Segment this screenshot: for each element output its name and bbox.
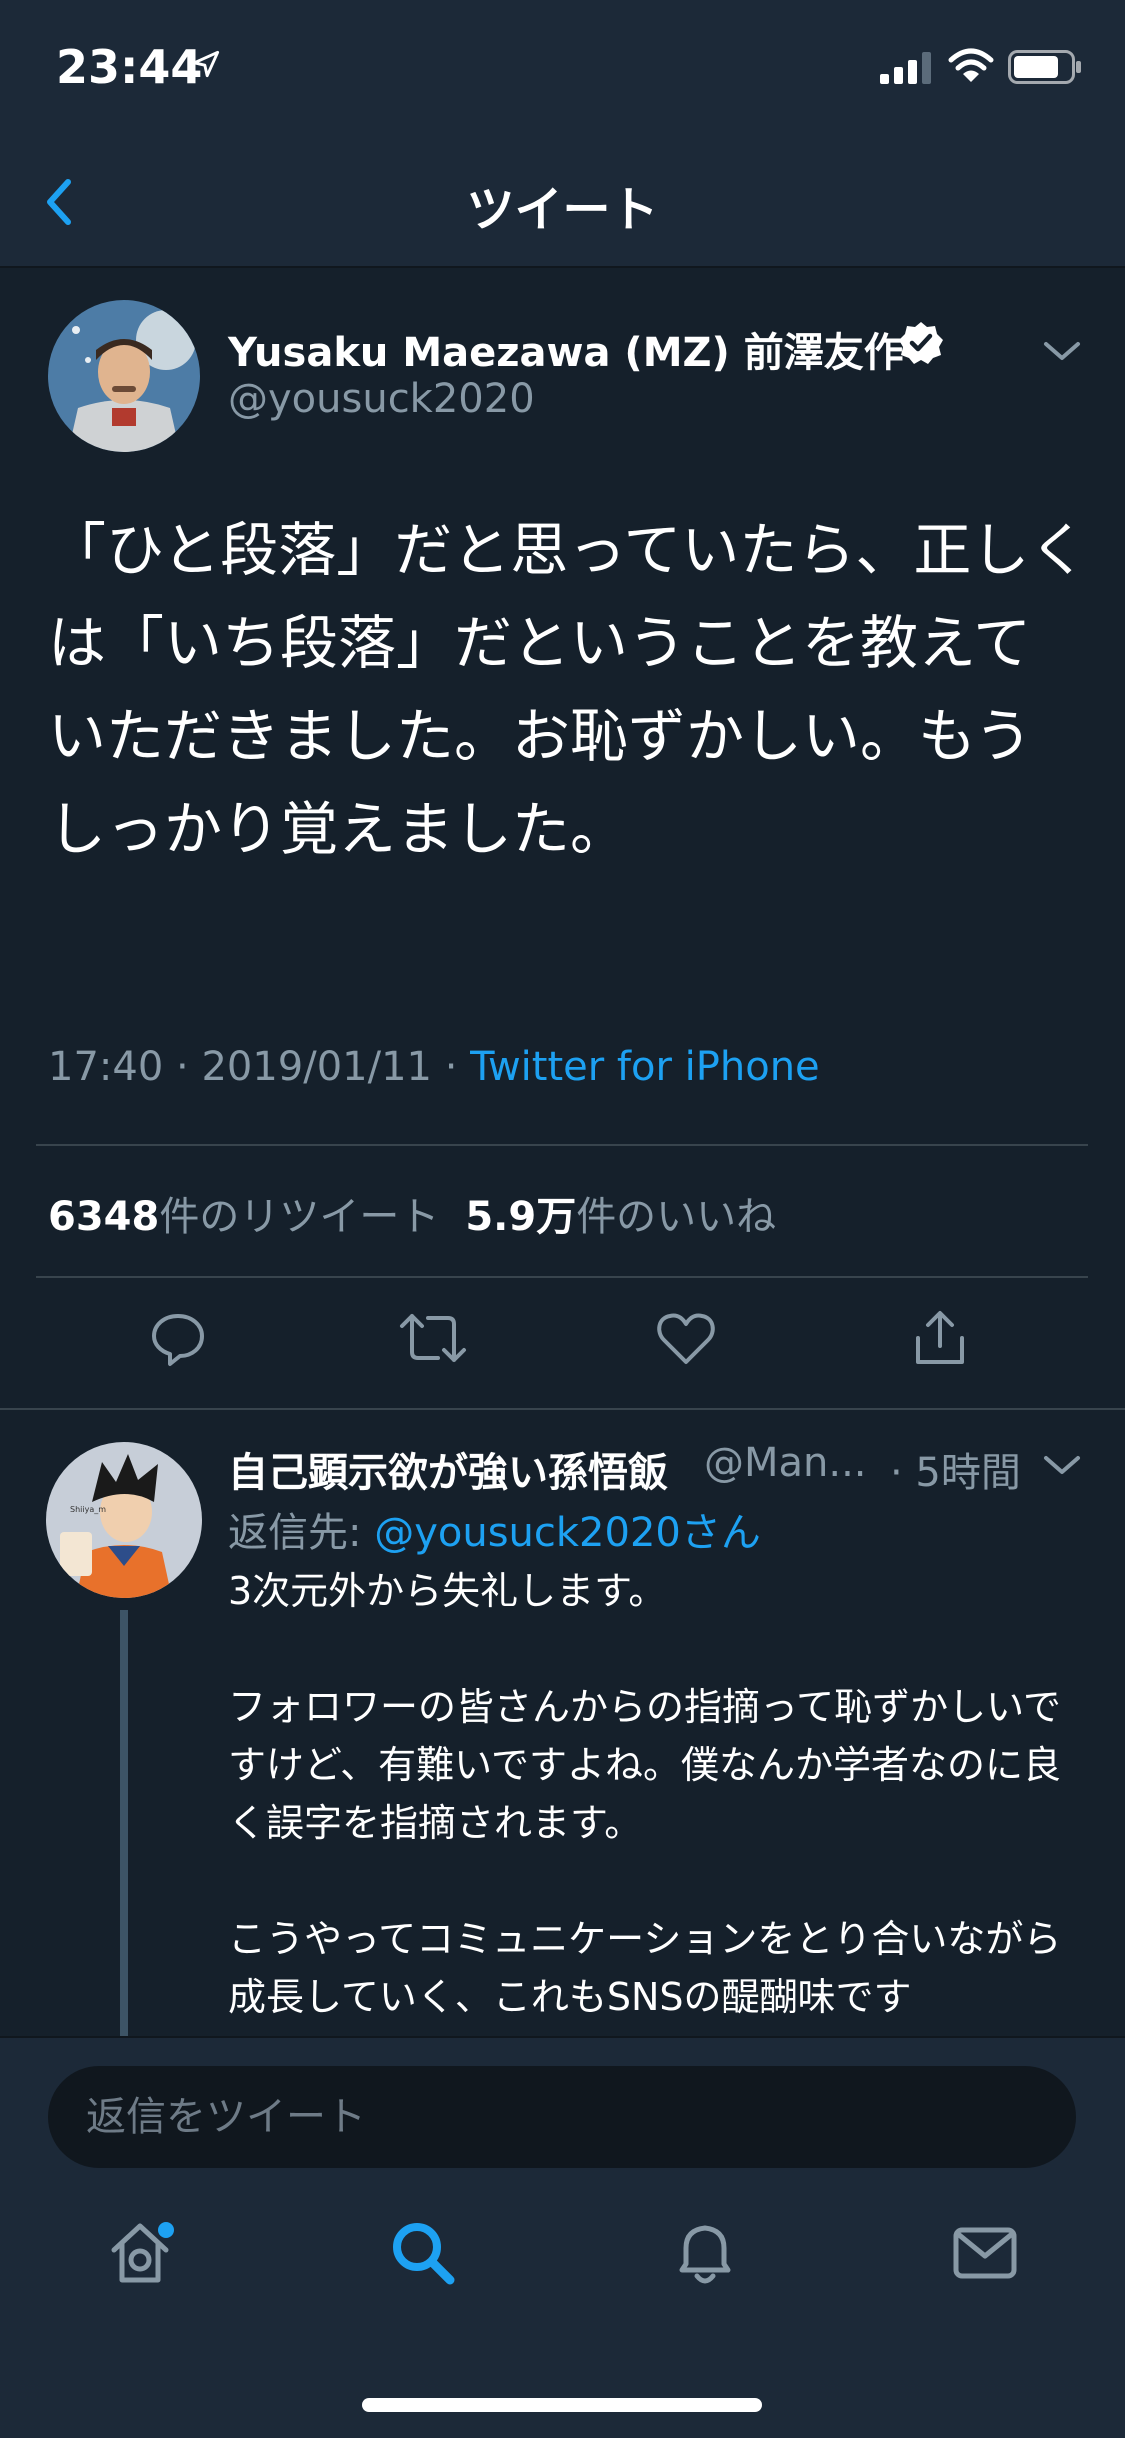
home-indicator xyxy=(362,2398,762,2412)
tweet-meta: 17:40 · 2019/01/11 · Twitter for iPhone xyxy=(48,1044,820,1090)
reply-input[interactable] xyxy=(48,2066,1076,2168)
messages-icon[interactable] xyxy=(948,2216,1022,2290)
reply-tweet[interactable]: Shiiya_m 自己顕示欲が強い孫悟飯 @Man... · 5時間 返信先: … xyxy=(0,1142,1125,2182)
location-arrow-icon xyxy=(192,50,220,78)
search-icon[interactable] xyxy=(386,2216,460,2290)
bottom-bar xyxy=(0,2036,1125,2438)
battery-icon xyxy=(1008,50,1081,84)
svg-text:Shiiya_m: Shiiya_m xyxy=(70,1505,106,1514)
tweet-date: 2019/01/11 xyxy=(201,1044,432,1090)
meta-separator: · xyxy=(431,1044,471,1090)
chevron-down-icon[interactable] xyxy=(1042,1454,1082,1478)
reply-author-handle[interactable]: @Man... xyxy=(704,1440,867,1486)
reply-text: 3次元外から失礼します。 フォロワーの皆さんからの指摘って恥ずかしいですけど、有… xyxy=(228,1569,1062,2019)
page-title: ツイート xyxy=(466,182,659,238)
verified-badge-icon xyxy=(899,322,943,364)
author-name[interactable]: Yusaku Maezawa (MZ) 前澤友作 xyxy=(228,320,904,378)
reply-to-line: 返信先: @yousuck2020さん xyxy=(228,1500,761,1558)
status-bar: 23:44 xyxy=(0,0,1125,140)
status-time: 23:44 xyxy=(56,40,203,94)
wifi-icon xyxy=(948,48,994,82)
home-icon[interactable] xyxy=(106,2216,180,2290)
nav-bar: ツイート xyxy=(0,140,1125,268)
notifications-icon[interactable] xyxy=(668,2216,742,2290)
author-avatar[interactable] xyxy=(48,300,200,452)
chevron-down-icon[interactable] xyxy=(1042,340,1082,364)
reply-timestamp: · 5時間 xyxy=(890,1450,1021,1496)
reply-to-link[interactable]: @yousuck2020さん xyxy=(374,1510,761,1556)
tweet-text: 「ひと段落」だと思っていたら、正しくは「いち段落」だということを教えていただきま… xyxy=(48,516,1088,863)
reply-to-prefix: 返信先: xyxy=(228,1510,375,1556)
tweet-time: 17:40 xyxy=(48,1044,164,1090)
reply-author-name[interactable]: 自己顕示欲が強い孫悟飯 xyxy=(228,1440,668,1498)
reply-author-avatar[interactable]: Shiiya_m xyxy=(46,1442,202,1598)
author-handle[interactable]: @yousuck2020 xyxy=(228,376,535,422)
meta-separator: · xyxy=(163,1044,202,1090)
tweet-source-link[interactable]: Twitter for iPhone xyxy=(470,1044,820,1090)
signal-icon xyxy=(880,52,931,84)
